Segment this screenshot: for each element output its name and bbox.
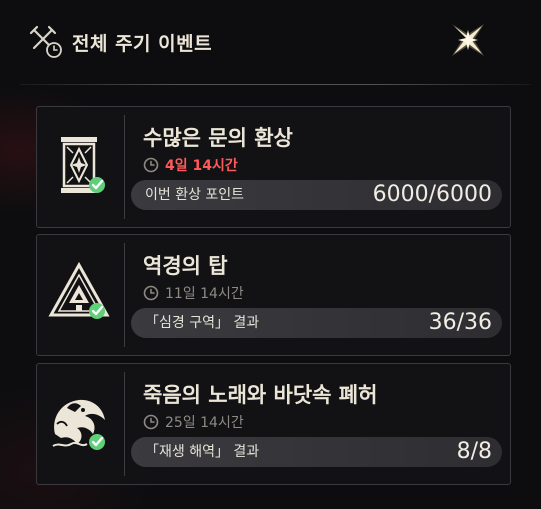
progress-bar: 「재생 해역」 결과 8/8 [131, 437, 502, 467]
event-timer: 4일 14시간 [143, 155, 238, 175]
header-divider [20, 84, 531, 85]
progress-bar: 「심경 구역」 결과 36/36 [131, 308, 502, 338]
event-title: 역경의 탑 [143, 254, 228, 278]
progress-bar: 이번 환상 포인트 6000/6000 [131, 180, 502, 210]
event-timer: 25일 14시간 [143, 412, 244, 432]
sea-serpent-icon [52, 399, 105, 450]
card-separator [124, 372, 125, 476]
close-star-icon [452, 24, 484, 56]
event-timer: 11일 14시간 [143, 283, 244, 303]
check-badge-icon [89, 434, 105, 450]
progress-value: 6000/6000 [372, 182, 492, 207]
card-separator [124, 243, 125, 347]
progress-value: 36/36 [428, 310, 492, 335]
progress-label: 「재생 해역」 결과 [145, 444, 260, 460]
event-card-illusion[interactable]: 수많은 문의 환상 4일 14시간 이번 환상 포인트 6000/6000 [36, 106, 511, 228]
check-badge-icon [89, 303, 105, 319]
check-badge-icon [89, 177, 105, 193]
progress-value: 8/8 [456, 439, 492, 464]
page-title: 전체 주기 이벤트 [72, 32, 213, 55]
event-card-tower[interactable]: 역경의 탑 11일 14시간 「심경 구역」 결과 36/36 [36, 234, 511, 356]
timer-text: 25일 14시간 [165, 415, 244, 431]
event-title: 죽음의 노래와 바닷속 폐허 [143, 383, 378, 407]
progress-label: 이번 환상 포인트 [145, 187, 245, 203]
card-separator [124, 115, 125, 219]
portal-frame-icon [61, 137, 105, 193]
timer-text: 4일 14시간 [165, 158, 238, 174]
timer-text: 11일 14시간 [165, 286, 244, 302]
clock-icon [143, 285, 159, 301]
close-button[interactable] [446, 18, 490, 62]
header: 전체 주기 이벤트 [28, 24, 212, 60]
clock-icon [143, 157, 159, 173]
clock-icon [143, 414, 159, 430]
progress-label: 「심경 구역」 결과 [145, 315, 260, 331]
event-card-sea-ruins[interactable]: 죽음의 노래와 바닷속 폐허 25일 14시간 「재생 해역」 결과 8/8 [36, 363, 511, 485]
crossed-swords-clock-icon [29, 25, 62, 58]
tower-triangle-icon [48, 261, 110, 319]
event-title: 수많은 문의 환상 [143, 126, 293, 150]
